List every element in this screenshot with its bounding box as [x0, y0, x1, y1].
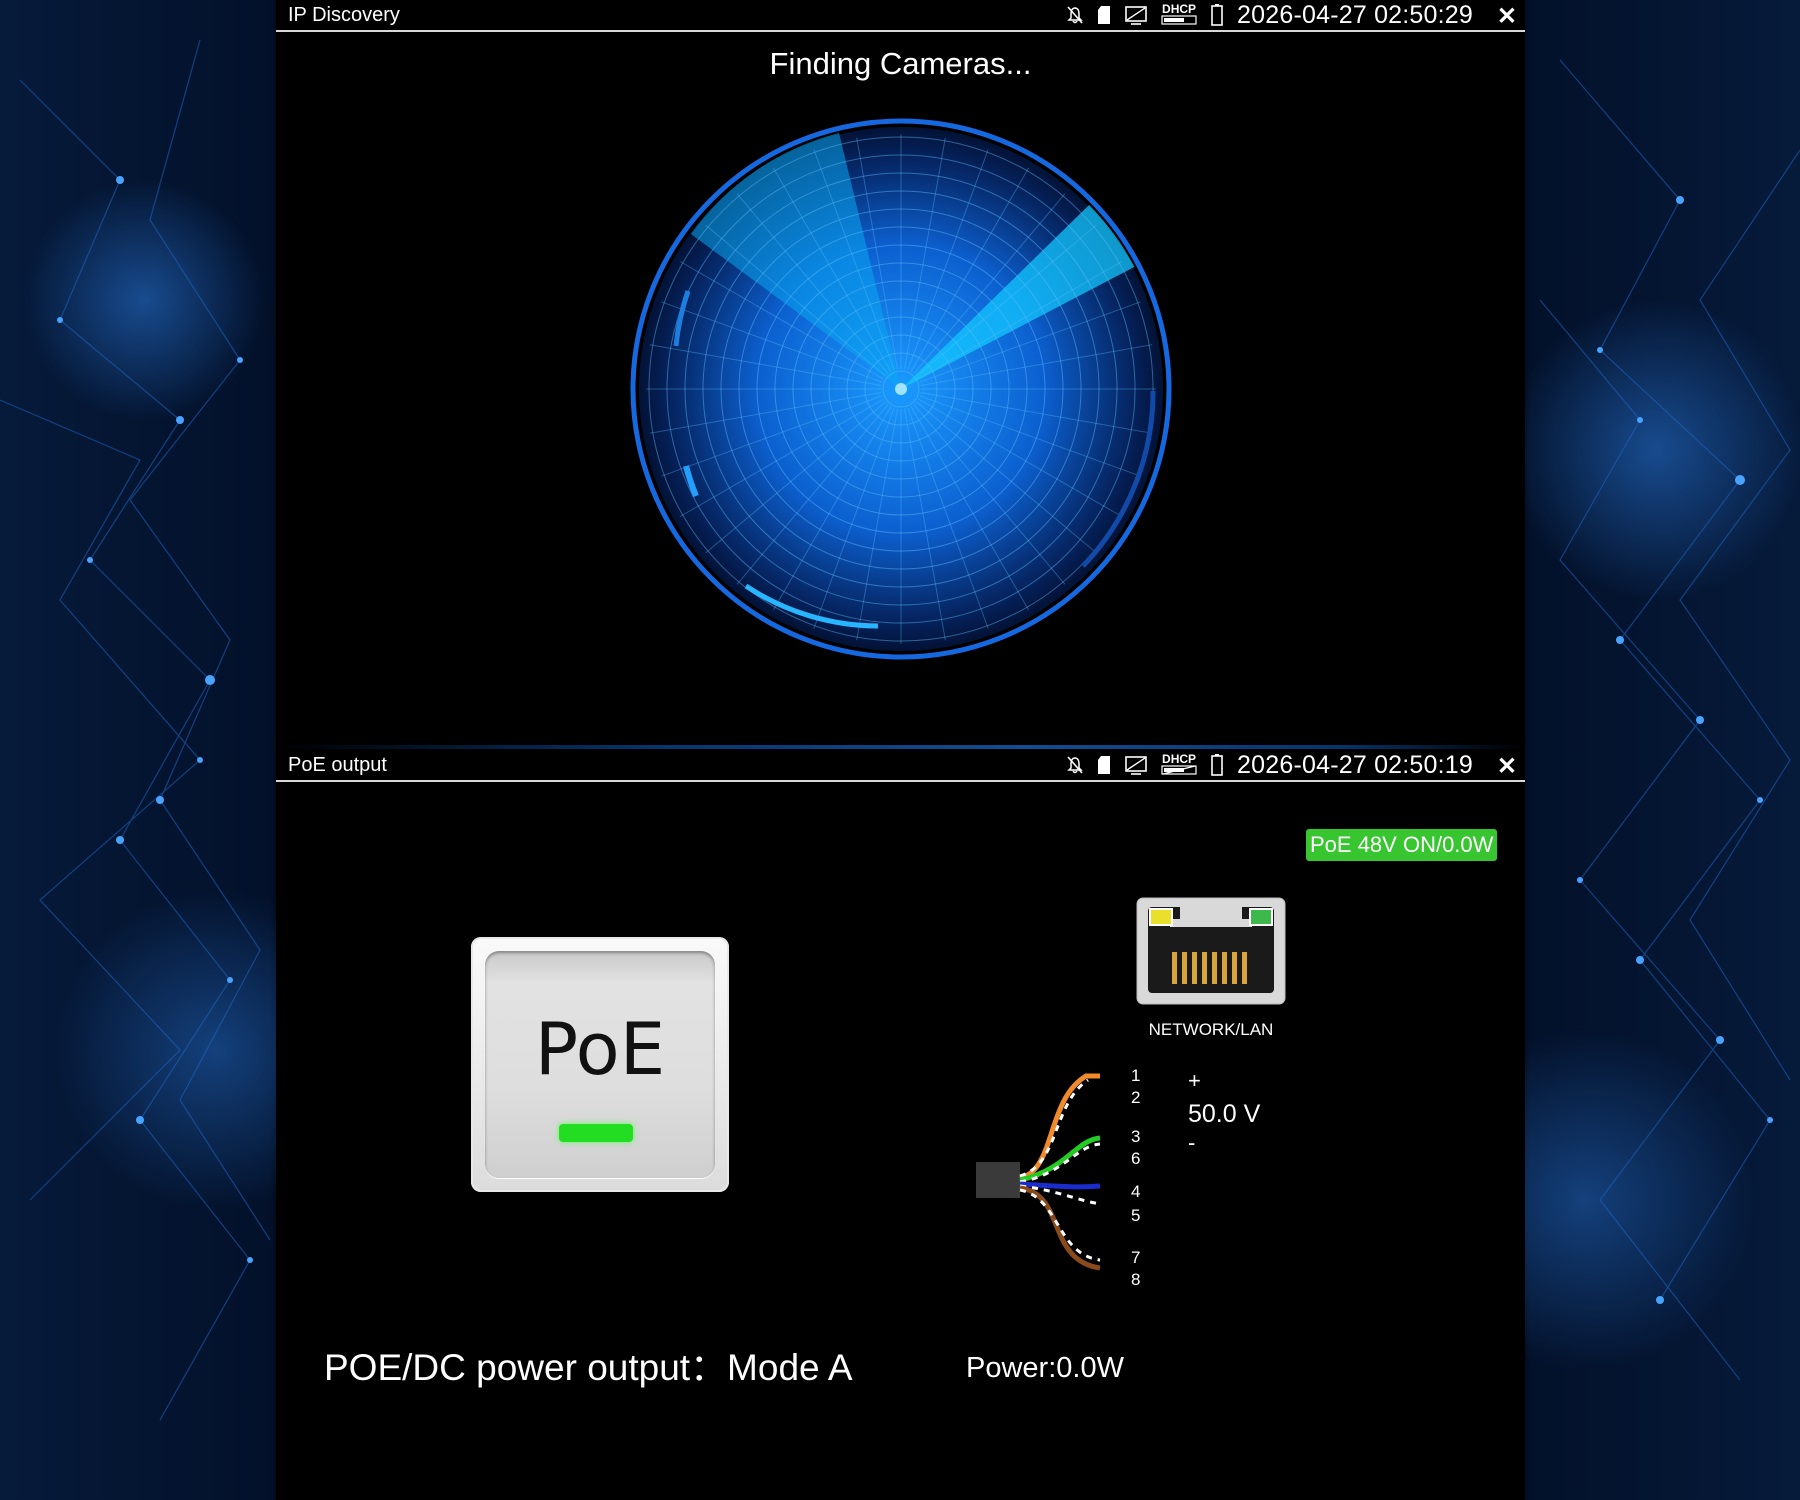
sd-card-icon: [1098, 6, 1111, 24]
dhcp-label: DHCP: [1162, 752, 1197, 766]
power-output-mode: POE/DC power output：Mode A: [324, 1347, 853, 1388]
voltage-minus: -: [1188, 1130, 1196, 1155]
battery-icon: [1211, 754, 1223, 776]
power-reading: Power:0.0W: [966, 1352, 1124, 1384]
pin-label: 3: [1131, 1127, 1141, 1146]
dhcp-icon: DHCP: [1161, 3, 1197, 27]
pin-label: 4: [1131, 1182, 1141, 1201]
status-icons: DHCP 2026-04-27 02:50:29: [1067, 0, 1473, 30]
poe-led-indicator: [559, 1124, 633, 1142]
sd-card-icon: [1098, 756, 1111, 774]
panel-divider: [276, 745, 1525, 749]
panel-title: IP Discovery: [288, 4, 400, 26]
datetime: 2026-04-27 02:50:29: [1237, 0, 1473, 29]
datetime: 2026-04-27 02:50:19: [1237, 750, 1473, 779]
radar-scanner: [630, 118, 1172, 660]
dhcp-label: DHCP: [1162, 2, 1197, 16]
close-icon[interactable]: ✕: [1497, 752, 1517, 781]
voltage-plus: +: [1188, 1068, 1201, 1093]
mute-icon: [1067, 6, 1083, 24]
pin-label: 5: [1131, 1206, 1141, 1225]
dhcp-icon: DHCP: [1161, 753, 1197, 777]
finding-cameras-text: Finding Cameras...: [769, 46, 1032, 81]
voltage-value: 50.0 V: [1188, 1100, 1261, 1128]
screen-icon: [1125, 6, 1147, 25]
battery-icon: [1211, 4, 1223, 26]
ethernet-wires-diagram: [976, 1073, 1101, 1271]
pin-label: 6: [1131, 1149, 1141, 1168]
poe-toggle-button[interactable]: PoE: [471, 937, 729, 1192]
pin-label: 8: [1131, 1270, 1141, 1289]
close-icon[interactable]: ✕: [1497, 2, 1517, 31]
network-lan-label: NETWORK/LAN: [1148, 1020, 1274, 1039]
panel-title: PoE output: [288, 754, 387, 776]
status-icons: DHCP 2026-04-27 02:50:19: [1067, 750, 1473, 780]
pin-label: 1: [1131, 1066, 1141, 1085]
screen-icon: [1125, 756, 1147, 775]
rj45-port-icon: [1136, 897, 1286, 1005]
poe-output-status-bar: PoE output DHCP 2026-04-27 02:50:19 ✕: [276, 750, 1525, 782]
poe-status-badge: PoE 48V ON/0.0W: [1306, 829, 1498, 861]
device-screen: IP Discovery DHCP 2026-04-27 02:50:29 ✕ …: [276, 0, 1525, 1500]
pin-label: 2: [1131, 1088, 1141, 1107]
ip-discovery-status-bar: IP Discovery DHCP 2026-04-27 02:50:29 ✕: [276, 0, 1525, 32]
mute-icon: [1067, 756, 1083, 774]
poe-button-label: PoE: [534, 1007, 666, 1091]
pin-label: 7: [1131, 1248, 1141, 1267]
